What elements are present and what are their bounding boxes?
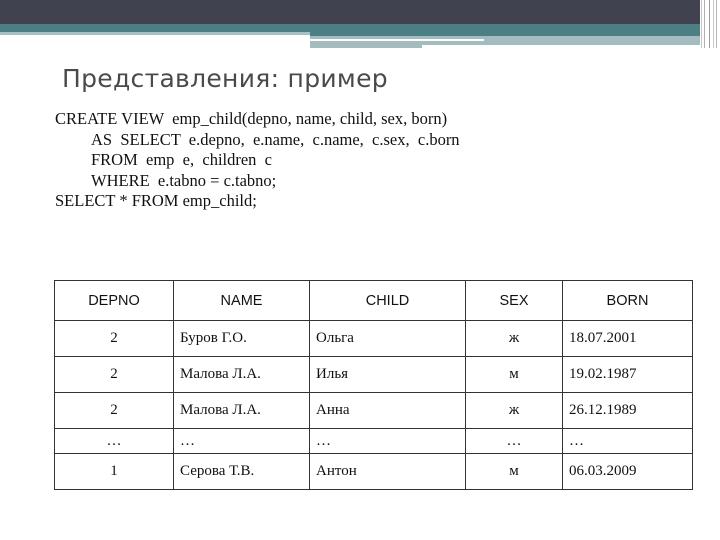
cell-child: Ольга (309, 320, 466, 357)
table-row: 2 Малова Л.А. Илья м 19.02.1987 (54, 356, 693, 393)
decor-vertical-line (716, 0, 717, 48)
cell-sex: … (465, 428, 563, 454)
sql-code-block: CREATE VIEW emp_child(depno, name, child… (55, 109, 460, 212)
column-header-name: NAME (173, 280, 310, 321)
code-line: FROM emp e, children c (91, 150, 273, 169)
table-row: 2 Малова Л.А. Анна ж 26.12.1989 (54, 392, 693, 429)
decor-vertical-line (704, 0, 705, 48)
code-line: AS SELECT e.depno, e.name, c.name, c.sex… (91, 129, 460, 149)
cell-depno: 2 (54, 320, 174, 357)
table-row-ellipsis: … … … … … (54, 428, 693, 454)
decor-vertical-line (713, 0, 714, 48)
slide-title: Представления: пример (62, 64, 388, 93)
cell-sex: ж (465, 320, 563, 357)
result-table: DEPNO NAME CHILD SEX BORN 2 Буров Г.О. О… (54, 280, 693, 490)
code-line: CREATE VIEW emp_child(depno, name, child… (55, 109, 448, 128)
cell-child: Антон (309, 453, 466, 490)
table-header-row: DEPNO NAME CHILD SEX BORN (54, 280, 693, 321)
header-band-light-right-lower (310, 45, 422, 48)
table-row: 2 Буров Г.О. Ольга ж 18.07.2001 (54, 320, 693, 357)
cell-name: … (173, 428, 310, 454)
column-header-depno: DEPNO (54, 280, 174, 321)
cell-born: 26.12.1989 (562, 392, 693, 429)
cell-depno: 2 (54, 356, 174, 393)
cell-depno: 2 (54, 392, 174, 429)
cell-depno: 1 (54, 453, 174, 490)
cell-born: 19.02.1987 (562, 356, 693, 393)
cell-born: 18.07.2001 (562, 320, 693, 357)
code-line: SELECT * FROM emp_child; (55, 191, 257, 210)
cell-child: Анна (309, 392, 466, 429)
decor-vertical-line (709, 0, 710, 48)
cell-name: Малова Л.А. (173, 392, 310, 429)
table-row: 1 Серова Т.В. Антон м 06.03.2009 (54, 453, 693, 490)
column-header-sex: SEX (465, 280, 563, 321)
header-band-teal (0, 24, 700, 32)
cell-name: Серова Т.В. (173, 453, 310, 490)
cell-child: Илья (309, 356, 466, 393)
header-band-dark (0, 0, 700, 24)
cell-sex: м (465, 356, 563, 393)
cell-child: … (309, 428, 466, 454)
cell-name: Малова Л.А. (173, 356, 310, 393)
cell-born: … (562, 428, 693, 454)
header-band-light-left (0, 32, 310, 35)
cell-sex: м (465, 453, 563, 490)
code-line: WHERE e.tabno = c.tabno; (91, 170, 277, 190)
cell-sex: ж (465, 392, 563, 429)
cell-born: 06.03.2009 (562, 453, 693, 490)
column-header-born: BORN (562, 280, 693, 321)
cell-name: Буров Г.О. (173, 320, 310, 357)
column-header-child: CHILD (309, 280, 466, 321)
decor-vertical-line (701, 0, 702, 48)
cell-depno: … (54, 428, 174, 454)
header-white-line (310, 39, 484, 41)
